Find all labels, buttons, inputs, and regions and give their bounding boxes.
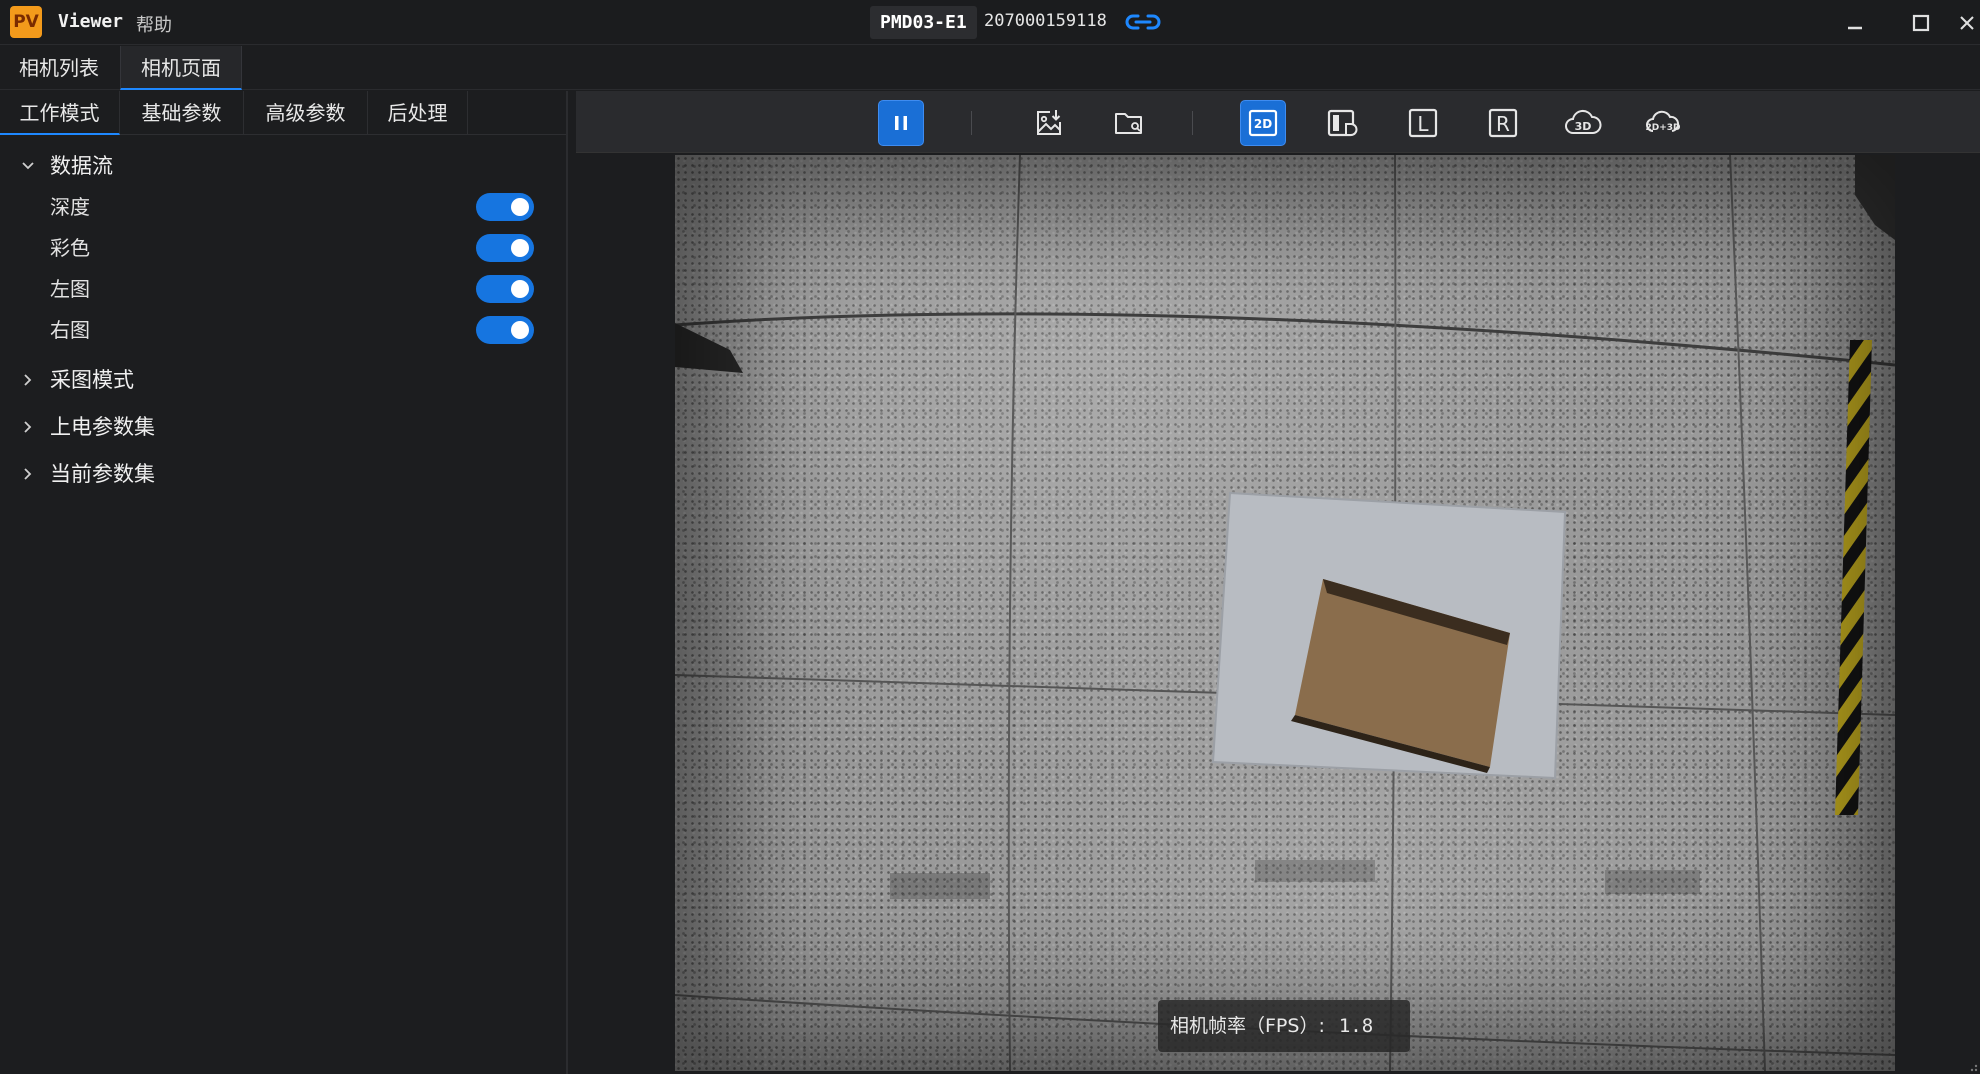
camera-image-view[interactable]: [675, 155, 1895, 1071]
right-image-letter: R: [1496, 112, 1510, 136]
view-3d-button[interactable]: 3D: [1560, 100, 1606, 146]
app-name: Viewer: [58, 11, 124, 32]
view-2d-button[interactable]: 2D: [1240, 100, 1286, 146]
stream-label: 左图: [50, 277, 90, 301]
toolbar-separator: [1192, 111, 1193, 135]
tree-group-label: 上电参数集: [50, 415, 155, 439]
stream-row-depth: 深度: [0, 187, 566, 227]
depth-view-icon: [1327, 109, 1358, 137]
depth-toggle[interactable]: [476, 193, 534, 221]
tab-post-processing[interactable]: 后处理: [368, 91, 468, 135]
tab-basic-params[interactable]: 基础参数: [120, 91, 244, 135]
3d-cloud-icon: 3D: [1565, 109, 1602, 134]
toolbar-separator: [971, 111, 972, 135]
sub-tab-bar: 工作模式 基础参数 高级参数 后处理: [0, 91, 566, 135]
tree-group-current-params[interactable]: 当前参数集: [0, 454, 566, 494]
left-settings-panel: 工作模式 基础参数 高级参数 后处理 数据流 深度 彩色 左图 右图 采图模式 …: [0, 91, 568, 1074]
close-icon: [1960, 16, 1974, 30]
toggle-knob: [511, 321, 529, 339]
fps-label: 相机帧率（FPS）:: [1170, 1015, 1325, 1037]
tab-camera-list[interactable]: 相机列表: [0, 46, 118, 90]
right-image-icon: R: [1488, 108, 1518, 138]
toggle-knob: [511, 198, 529, 216]
view-2d-text: 2D: [1254, 117, 1272, 131]
maximize-icon: [1912, 14, 1930, 32]
left-image-icon: L: [1408, 108, 1438, 138]
2d-3d-cloud-icon: 2D+3D: [1645, 110, 1681, 133]
view-2d3d-text: 2D+3D: [1645, 123, 1680, 133]
stream-row-color: 彩色: [0, 228, 566, 268]
stream-label: 彩色: [50, 236, 90, 260]
tree-group-label: 采图模式: [50, 368, 134, 392]
folder-icon: [1115, 113, 1142, 134]
stream-label: 右图: [50, 318, 90, 342]
chevron-down-icon: [20, 146, 36, 186]
top-tab-bar: 相机列表 相机页面: [0, 46, 1980, 90]
minimize-button[interactable]: [1838, 6, 1872, 40]
toggle-knob: [511, 239, 529, 257]
camera-serial: 207000159118: [984, 11, 1107, 31]
view-depth-button[interactable]: [1320, 100, 1366, 146]
save-image-button[interactable]: [1026, 100, 1072, 146]
tab-camera-page[interactable]: 相机页面: [120, 46, 242, 90]
fps-readout: 相机帧率（FPS）: 1.8: [1158, 1000, 1410, 1052]
open-folder-button[interactable]: [1106, 100, 1152, 146]
color-toggle[interactable]: [476, 234, 534, 262]
maximize-button[interactable]: [1904, 6, 1938, 40]
tree-group-data-stream[interactable]: 数据流: [0, 146, 566, 186]
lens-vignette: [675, 155, 1895, 1071]
right-image-toggle[interactable]: [476, 316, 534, 344]
tab-work-mode[interactable]: 工作模式: [0, 91, 120, 135]
logo-text: PV: [13, 12, 39, 32]
stream-row-left: 左图: [0, 269, 566, 309]
close-button[interactable]: [1950, 6, 1980, 40]
help-menu[interactable]: 帮助: [136, 11, 172, 37]
resize-grip-icon[interactable]: [1966, 1060, 1978, 1072]
tree-group-label: 数据流: [50, 154, 113, 178]
camera-model-badge: PMD03-E1: [870, 6, 977, 39]
pause-icon: [895, 116, 907, 130]
tree-group-poweron-params[interactable]: 上电参数集: [0, 407, 566, 447]
save-image-icon: [1037, 110, 1061, 135]
stream-label: 深度: [50, 195, 90, 219]
viewer-toolbar: 2D L R 3D 2D+3D: [576, 91, 1980, 153]
view-left-button[interactable]: L: [1400, 100, 1446, 146]
tree-group-capture-mode[interactable]: 采图模式: [0, 360, 566, 400]
stream-row-right: 右图: [0, 310, 566, 350]
fps-value: 1.8: [1338, 1015, 1374, 1037]
view-3d-text: 3D: [1575, 120, 1592, 133]
app-logo: PV: [10, 6, 42, 38]
title-bar: PV Viewer 帮助 PMD03-E1 207000159118: [0, 0, 1980, 45]
tree-group-label: 当前参数集: [50, 462, 155, 486]
left-image-toggle[interactable]: [476, 275, 534, 303]
view-2d3d-button[interactable]: 2D+3D: [1640, 100, 1686, 146]
left-image-letter: L: [1417, 112, 1429, 136]
2d-view-icon: 2D: [1248, 109, 1278, 137]
view-right-button[interactable]: R: [1480, 100, 1526, 146]
chevron-right-icon: [20, 454, 36, 494]
link-icon[interactable]: [1124, 10, 1162, 34]
chevron-right-icon: [20, 360, 36, 400]
minimize-icon: [1848, 26, 1862, 30]
pause-button[interactable]: [878, 100, 924, 146]
chevron-right-icon: [20, 407, 36, 447]
toggle-knob: [511, 280, 529, 298]
tab-advanced-params[interactable]: 高级参数: [244, 91, 368, 135]
